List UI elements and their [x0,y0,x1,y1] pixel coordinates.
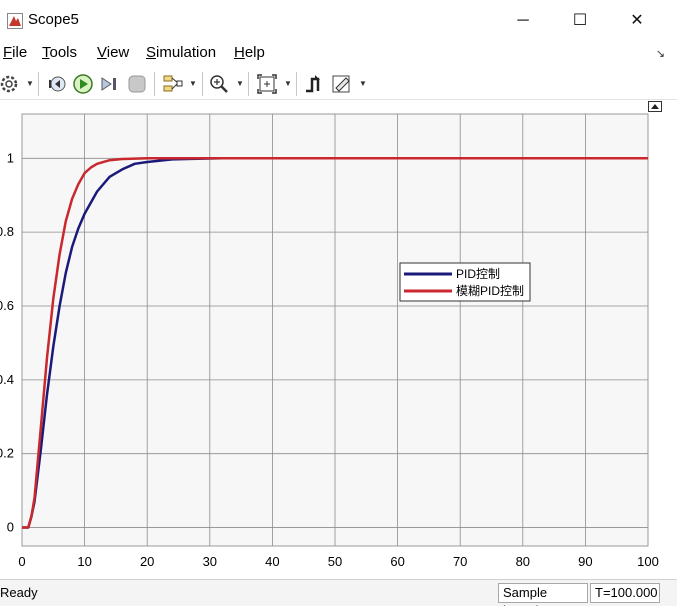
simulation-time-indicator: T=100.000 [590,583,660,603]
settings-dropdown-icon[interactable]: ▼ [26,79,34,88]
legend[interactable]: PID控制模糊PID控制 [399,262,531,302]
x-tick-label: 100 [637,554,659,569]
x-tick-label: 40 [265,554,279,569]
zoom-dropdown-icon[interactable]: ▼ [236,79,244,88]
menubar-dock-arrow-icon[interactable]: ↘ [656,47,665,60]
legend-label-1: PID控制 [456,267,500,281]
x-tick-label: 70 [453,554,467,569]
menu-file[interactable]: File [3,44,27,61]
window-title: Scope5 [28,11,79,28]
y-tick-label: 0.4 [0,372,14,387]
x-tick-label: 60 [390,554,404,569]
menu-view[interactable]: View [97,44,129,61]
x-tick-label: 20 [140,554,154,569]
title-bar: Scope5 ─ ☐ ✕ [0,0,677,40]
fit-to-view-icon[interactable] [256,73,278,95]
x-tick-label: 10 [77,554,91,569]
toolbar: ▼ ▼ ▼ ▼ ▼ [0,66,677,100]
menu-tools[interactable]: Tools [42,44,77,61]
fit-to-view-dropdown-icon[interactable]: ▼ [284,79,292,88]
toolbar-separator [202,72,203,96]
y-tick-label: 1 [7,150,14,165]
menu-simulation[interactable]: Simulation [146,44,216,61]
scope-app-icon [7,13,23,29]
x-tick-label: 80 [516,554,530,569]
edit-style-dropdown-icon[interactable]: ▼ [359,79,367,88]
x-tick-label: 90 [578,554,592,569]
maximize-button[interactable]: ☐ [557,6,603,36]
toolbar-separator [248,72,249,96]
x-tick-label: 0 [18,554,25,569]
zoom-icon[interactable] [208,73,230,95]
edit-style-icon[interactable] [331,73,353,95]
stop-icon[interactable] [126,73,148,95]
y-tick-label: 0.8 [0,224,14,239]
run-icon[interactable] [72,73,94,95]
toolbar-separator [154,72,155,96]
triggers-icon[interactable] [303,73,325,95]
signal-select-icon[interactable] [162,73,184,95]
x-tick-label: 30 [203,554,217,569]
y-tick-label: 0.6 [0,298,14,313]
toolbar-separator [38,72,39,96]
settings-icon[interactable] [0,73,22,95]
scope-plot[interactable]: 0 10 20 30 40 50 60 70 80 90 100 0 0.2 0.4 0.6 0.8 1 PI… [0,101,667,577]
menu-help[interactable]: Help [234,44,265,61]
signal-select-dropdown-icon[interactable]: ▼ [189,79,197,88]
x-tick-label: 50 [328,554,342,569]
y-tick-label: 0.2 [0,446,14,461]
undock-axes-icon[interactable] [648,101,662,112]
status-text: Ready [0,585,38,600]
menu-bar: File Tools View Simulation Help ↘ [0,42,677,64]
step-back-icon[interactable] [46,73,68,95]
toolbar-separator [296,72,297,96]
legend-label-2: 模糊PID控制 [456,283,524,298]
minimize-button[interactable]: ─ [500,6,546,36]
sample-mode-indicator: Sample based [498,583,588,606]
step-forward-icon[interactable] [98,73,120,95]
close-button[interactable]: ✕ [614,6,660,36]
y-tick-label: 0 [7,520,14,535]
scope-display: 0 10 20 30 40 50 60 70 80 90 100 0 0.2 0.4 0.6 0.8 1 PI… [0,101,667,577]
status-bar: Ready Sample based T=100.000 [0,579,677,606]
